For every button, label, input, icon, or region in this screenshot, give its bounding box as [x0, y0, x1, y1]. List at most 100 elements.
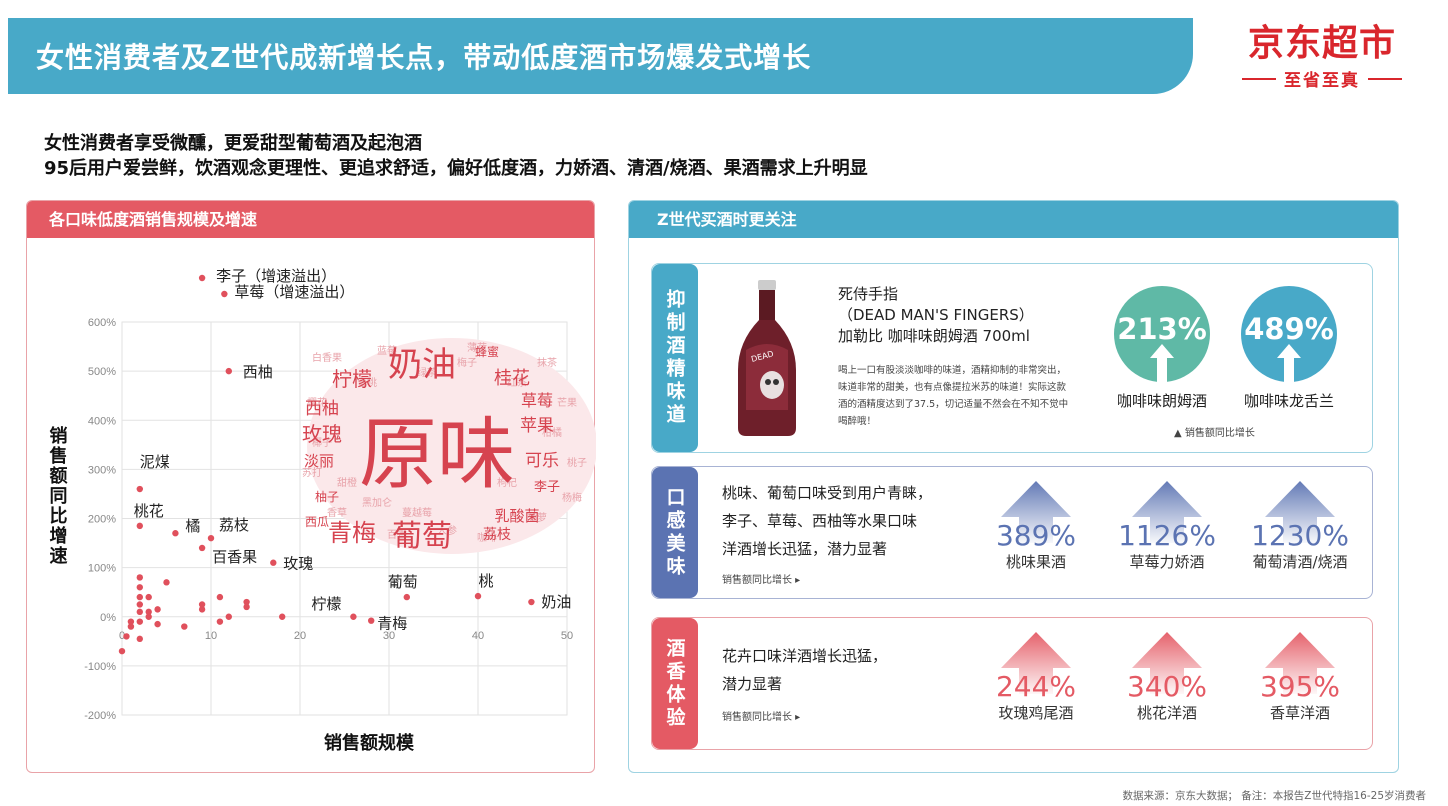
- scatter-point-labeled: [198, 544, 206, 552]
- point-label: 桃花: [134, 502, 164, 520]
- card-tag-aroma: 酒香体验: [652, 618, 698, 749]
- card-taste: 口感美味 桃味、葡萄口味受到用户青睐， 李子、草莓、西柚等水果口味 洋酒增长迅猛…: [651, 466, 1373, 599]
- scatter-point-labeled: [474, 592, 482, 600]
- metric-value-tequila: 489%: [1244, 312, 1334, 346]
- y-tick-label: 300%: [88, 464, 116, 476]
- x-tick-label: 20: [294, 630, 306, 642]
- point-label: 泥煤: [140, 453, 170, 471]
- wordcloud-word-small: 抹茶: [537, 356, 557, 369]
- scatter-point: [123, 633, 130, 640]
- wordcloud-word: 淡丽: [304, 452, 334, 470]
- scatter-point: [127, 618, 135, 625]
- scatter-point: [145, 593, 152, 601]
- aroma-metric-value: 395%: [1259, 670, 1341, 703]
- taste-metric-label: 桃味果酒: [1005, 553, 1066, 571]
- flavor-chart-panel: 各口味低度酒销售规模及增速 白香果 蓝莓 薄荷 抹茶 樱花 芒果 苏打 桃子 香草 菠萝 百香 咖啡蜜…: [26, 200, 596, 773]
- wordcloud-word: 草莓: [521, 391, 553, 410]
- wordcloud-word: 西柚: [305, 399, 339, 419]
- scatter-point: [145, 608, 152, 616]
- wordcloud-word: 葡萄: [392, 519, 452, 554]
- point-label: 柠檬: [311, 595, 341, 613]
- scatter-point: [198, 601, 206, 608]
- wordcloud-word: 柠檬: [332, 367, 372, 391]
- scatter-point-labeled: [172, 530, 179, 537]
- scatter-point: [181, 623, 188, 630]
- x-tick-label: 10: [205, 630, 217, 642]
- point-label: 桃: [478, 572, 493, 590]
- point-label: 荔枝: [219, 516, 249, 534]
- wordcloud-word: 玫瑰: [302, 422, 342, 446]
- scatter-point: [216, 593, 224, 601]
- aroma-metric-value: 340%: [1126, 670, 1208, 703]
- brand-logo: 京东超市 至省至真: [1232, 22, 1412, 92]
- taste-text-line-2: 李子、草莓、西柚等水果口味: [722, 512, 918, 530]
- subtitle-line-1: 女性消费者享受微醺，更爱甜型葡萄酒及起泡酒: [44, 133, 422, 154]
- scatter-point-labeled: [225, 367, 232, 375]
- point-label: 百香果: [212, 548, 257, 566]
- aroma-text: 花卉口味洋酒增长迅猛， 潜力显著: [722, 642, 887, 698]
- data-source: 数据来源：京东大数据； 备注：本报告Z世代特指16-25岁消费者: [1122, 790, 1426, 802]
- aroma-metric-value: 244%: [995, 670, 1077, 703]
- aroma-metric: 340% 桃花洋酒: [1097, 632, 1237, 723]
- scatter-point-labeled: [136, 485, 143, 493]
- growth-note: ▲ 销售额同比增长: [1174, 428, 1255, 439]
- title-bar: 女性消费者及Z世代成新增长点，带动低度酒市场爆发式增长: [8, 18, 1193, 94]
- wordcloud-word: 奶油: [388, 345, 456, 385]
- wordcloud-word: 青梅: [328, 519, 376, 547]
- aroma-text-line-2: 潜力显著: [722, 675, 783, 693]
- point-label: 葡萄: [388, 573, 418, 591]
- wordcloud-word: 乳酸菌: [494, 507, 539, 525]
- taste-metric-value: 1230%: [1251, 519, 1349, 552]
- scatter-point: [136, 584, 143, 591]
- scatter-point-labeled: [136, 522, 143, 530]
- card-aroma: 酒香体验 花卉口味洋酒增长迅猛， 潜力显著 销售额同比增长 ▸ 244% 玫瑰鸡尾…: [651, 617, 1373, 750]
- wordcloud-word-small: 桃子: [567, 456, 587, 469]
- scatter-point-labeled: [221, 290, 228, 298]
- point-label: 奶油: [541, 593, 571, 611]
- scatter-point: [154, 606, 161, 613]
- product-name: 死侍手指 （DEAD MAN'S FINGERS） 加勒比 咖啡味朗姆酒 700…: [838, 284, 1034, 347]
- aroma-metric-label: 香草洋酒: [1269, 704, 1330, 722]
- brand-slogan: 至省至真: [1284, 71, 1360, 91]
- point-label: 橘: [185, 517, 200, 535]
- x-axis-label: 销售额规模: [324, 732, 415, 754]
- aroma-growth-note: 销售额同比增长 ▸: [722, 712, 801, 723]
- scatter-point: [136, 593, 143, 601]
- scatter-point: [136, 635, 143, 643]
- y-axis-label: 销售额同比增速: [47, 425, 68, 566]
- slogan-divider-right: [1368, 77, 1402, 80]
- aroma-metric: 395% 香草洋酒: [1230, 632, 1370, 723]
- aroma-metric: 244% 玫瑰鸡尾酒: [966, 632, 1106, 723]
- wordcloud-word: 柚子: [315, 489, 339, 504]
- wordcloud-word-main: 原味: [359, 410, 515, 500]
- wordcloud-word-small: 杨梅: [562, 491, 582, 504]
- point-label: 西柚: [243, 363, 273, 381]
- scatter-point: [118, 647, 126, 655]
- x-tick-label: 40: [472, 630, 484, 642]
- wordcloud-word: 苹果: [520, 416, 554, 436]
- scatter-point-labeled: [350, 613, 357, 620]
- product-name-line-2: （DEAD MAN'S FINGERS）: [838, 306, 1034, 324]
- page-title: 女性消费者及Z世代成新增长点，带动低度酒市场爆发式增长: [36, 41, 812, 74]
- x-tick-label: 50: [561, 630, 573, 642]
- wordcloud-word: 西瓜: [305, 515, 329, 529]
- gen-z-panel: Z世代买酒时更关注 抑制酒精味道 DEAD 死侍手指 （DEAD MAN'S F…: [628, 200, 1399, 773]
- flavor-scatter-chart: 白香果蓝莓 薄荷抹茶樱花 芒果苏打桃子香草 菠萝百香 咖啡蜜桃 红茶绿茶杨梅椰子人参枸杞黑…: [47, 267, 596, 754]
- scatter-point: [243, 598, 250, 606]
- wordcloud-word: 蜂蜜: [475, 344, 499, 359]
- product-name-line-3: 加勒比 咖啡味朗姆酒 700ml: [838, 327, 1030, 345]
- scatter-point: [136, 574, 143, 581]
- scatter-point-labeled: [198, 274, 206, 282]
- metric-circle-rum: 213%: [1114, 286, 1210, 382]
- metric-circle-tequila: 489%: [1241, 286, 1337, 382]
- aroma-metric-label: 桃花洋酒: [1136, 704, 1197, 722]
- scatter-point: [279, 613, 286, 620]
- wordcloud-word: 桂花: [494, 368, 530, 389]
- metric-value-rum: 213%: [1117, 312, 1207, 346]
- taste-metric-label: 草莓力娇酒: [1129, 553, 1205, 571]
- scatter-point: [154, 620, 161, 628]
- wordcloud-word: 李子: [534, 480, 560, 495]
- slogan-divider-left: [1242, 77, 1276, 80]
- subtitle: 女性消费者享受微醺，更爱甜型葡萄酒及起泡酒 95后用户爱尝鲜，饮酒观念更理性、更…: [44, 131, 868, 181]
- point-label: 草莓（增速溢出）: [234, 283, 354, 301]
